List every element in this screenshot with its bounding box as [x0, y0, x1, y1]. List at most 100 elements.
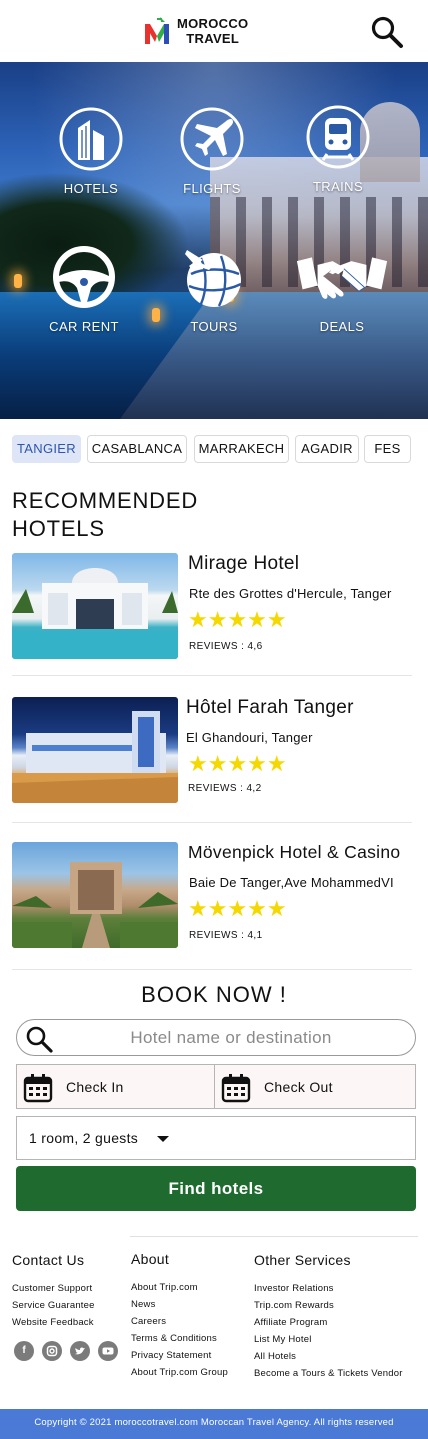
- hotel-rating-stars: ★★★★★: [188, 896, 287, 921]
- footer-link[interactable]: Customer Support: [12, 1280, 95, 1297]
- reviews-label: REVIEWS :: [189, 930, 245, 941]
- footer-link[interactable]: About Trip.com: [131, 1279, 228, 1296]
- divider: [12, 822, 412, 823]
- category-label: FLIGHTS: [183, 181, 241, 196]
- caret-down-icon: [157, 1136, 169, 1142]
- footer-link[interactable]: About Trip.com Group: [131, 1364, 228, 1381]
- hotel-card[interactable]: Mövenpick Hotel & Casino Baie De Tanger,…: [12, 842, 412, 948]
- brand-logo[interactable]: MOROCCO TRAVEL: [143, 14, 253, 48]
- instagram-glyph: [46, 1345, 58, 1357]
- hotel-image[interactable]: [12, 697, 178, 803]
- hotel-name[interactable]: Hôtel Farah Tanger: [186, 697, 354, 719]
- hotel-photo-graphic: [12, 862, 178, 948]
- hero-lamp: [152, 308, 160, 322]
- train-icon: [306, 105, 370, 169]
- app-header: MOROCCO TRAVEL: [0, 0, 428, 62]
- category-deals[interactable]: DEALS: [292, 248, 392, 334]
- hotel-image[interactable]: [12, 842, 178, 948]
- reviews-value: 4,6: [247, 641, 263, 652]
- category-tours[interactable]: TOURS: [164, 244, 264, 334]
- plane-icon: [180, 107, 244, 171]
- tab-tangier[interactable]: TANGIER: [12, 435, 81, 463]
- footer-link[interactable]: Investor Relations: [254, 1280, 403, 1297]
- find-hotels-button[interactable]: Find hotels: [16, 1166, 416, 1211]
- tab-fes[interactable]: FES: [364, 435, 411, 463]
- twitter-glyph: [75, 1347, 85, 1355]
- youtube-glyph: [102, 1347, 114, 1355]
- steering-wheel-icon: [53, 246, 115, 308]
- brand-name: MOROCCO TRAVEL: [177, 16, 248, 46]
- hero-lamp: [14, 274, 22, 288]
- hotel-reviews: REVIEWS : 4,6: [189, 641, 263, 652]
- search-icon[interactable]: [370, 15, 404, 49]
- hotel-name[interactable]: Mövenpick Hotel & Casino: [188, 842, 400, 863]
- hotel-rating-stars: ★★★★★: [188, 751, 287, 776]
- hotel-image[interactable]: [12, 553, 178, 659]
- reviews-value: 4,1: [247, 930, 263, 941]
- hotel-photo-graphic: [12, 568, 178, 659]
- category-label: CAR RENT: [49, 319, 119, 334]
- hotel-card[interactable]: Hôtel Farah Tanger El Ghandouri, Tanger …: [12, 697, 412, 803]
- calendar-icon: [221, 1074, 251, 1103]
- hotel-card[interactable]: Mirage Hotel Rte des Grottes d'Hercule, …: [12, 553, 412, 659]
- handshake-icon: [296, 257, 388, 299]
- category-label: DEALS: [319, 319, 365, 334]
- hero-banner: HOTELS FLIGHTS TRAINS CAR RENT TOURS DEA…: [0, 62, 428, 419]
- destination-search-field[interactable]: [16, 1019, 416, 1056]
- brand-name-line1: MOROCCO: [177, 16, 249, 31]
- reviews-label: REVIEWS :: [189, 641, 245, 652]
- footer-link[interactable]: Affiliate Program: [254, 1314, 403, 1331]
- brand-name-line2: TRAVEL: [186, 31, 240, 46]
- footer-link[interactable]: All Hotels: [254, 1348, 403, 1365]
- instagram-icon[interactable]: [42, 1341, 62, 1361]
- guests-select[interactable]: 1 room, 2 guests: [16, 1116, 416, 1160]
- globe-plane-icon: [185, 250, 242, 307]
- footer-link[interactable]: News: [131, 1296, 228, 1313]
- footer-link[interactable]: Website Feedback: [12, 1314, 95, 1331]
- category-car-rent[interactable]: CAR RENT: [34, 244, 134, 334]
- section-title: RECOMMENDED HOTELS: [12, 488, 199, 541]
- category-hotels[interactable]: HOTELS: [41, 106, 141, 196]
- reviews-label: REVIEWS :: [188, 783, 244, 794]
- tab-marrakech[interactable]: MARRAKECH: [194, 435, 289, 463]
- check-in-label: Check In: [66, 1079, 124, 1095]
- hotel-address: Baie De Tanger,Ave MohammedVI: [189, 875, 394, 890]
- divider: [12, 969, 412, 970]
- calendar-icon: [23, 1074, 53, 1103]
- twitter-icon[interactable]: [70, 1341, 90, 1361]
- hotel-reviews: REVIEWS : 4,2: [188, 783, 262, 794]
- footer-link[interactable]: Privacy Statement: [131, 1347, 228, 1364]
- hotel-photo-graphic: [12, 711, 178, 803]
- hotel-reviews: REVIEWS : 4,1: [189, 930, 263, 941]
- divider: [12, 675, 412, 676]
- footer-link[interactable]: Trip.com Rewards: [254, 1297, 403, 1314]
- footer-link[interactable]: Service Guarantee: [12, 1297, 95, 1314]
- footer-link[interactable]: List My Hotel: [254, 1331, 403, 1348]
- youtube-icon[interactable]: [98, 1341, 118, 1361]
- category-trains[interactable]: TRAINS: [288, 104, 388, 194]
- tab-casablanca[interactable]: CASABLANCA: [87, 435, 187, 463]
- facebook-icon[interactable]: f: [14, 1341, 34, 1361]
- copyright-bar: Copyright © 2021 moroccotravel.com Moroc…: [0, 1409, 428, 1439]
- logo-m-icon: [145, 17, 169, 44]
- category-label: TOURS: [190, 319, 238, 334]
- hotel-name[interactable]: Mirage Hotel: [188, 553, 299, 575]
- tab-agadir[interactable]: AGADIR: [295, 435, 359, 463]
- category-label: HOTELS: [63, 181, 119, 196]
- footer-divider: [130, 1236, 418, 1237]
- search-icon: [26, 1026, 53, 1053]
- facebook-glyph: f: [22, 1345, 26, 1356]
- building-icon: [59, 107, 123, 171]
- check-in-field[interactable]: Check In: [16, 1064, 215, 1109]
- footer-about-title: About: [131, 1251, 170, 1267]
- footer-link[interactable]: Become a Tours & Tickets Vendor: [254, 1365, 403, 1382]
- booking-title: BOOK NOW !: [141, 982, 287, 1007]
- destination-input[interactable]: [61, 1020, 401, 1055]
- category-flights[interactable]: FLIGHTS: [162, 106, 262, 196]
- check-out-field[interactable]: Check Out: [214, 1064, 416, 1109]
- footer-link[interactable]: Careers: [131, 1313, 228, 1330]
- footer-link[interactable]: Terms & Conditions: [131, 1330, 228, 1347]
- hotel-address: Rte des Grottes d'Hercule, Tanger: [189, 586, 392, 601]
- guests-value: 1 room, 2 guests: [29, 1130, 139, 1146]
- footer-contact-title: Contact Us: [12, 1252, 85, 1268]
